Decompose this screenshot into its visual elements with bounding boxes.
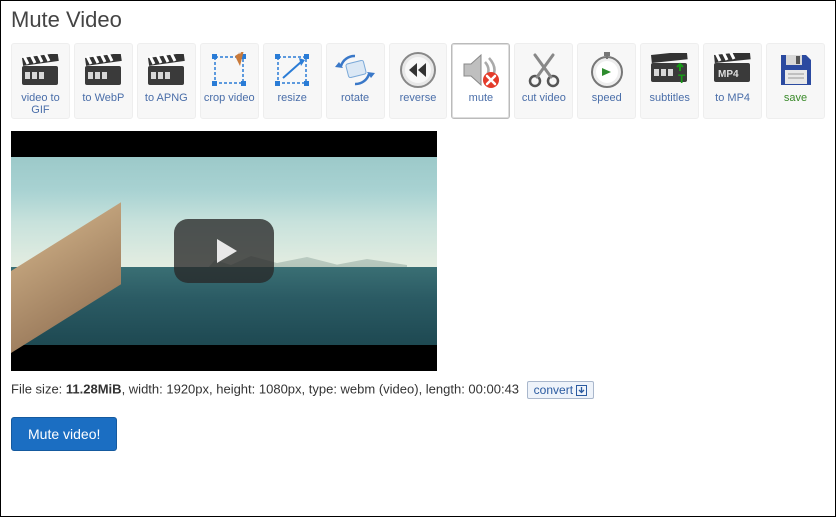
tool-label: to MP4 (715, 92, 750, 104)
tool-label: reverse (400, 92, 437, 104)
tool-label: to WebP (82, 92, 124, 104)
to-mp4-button[interactable]: MP4 to MP4 (703, 43, 762, 119)
clapperboard-icon (19, 50, 61, 90)
save-button[interactable]: save (766, 43, 825, 119)
stopwatch-icon (586, 50, 628, 90)
tool-label: video to GIF (21, 92, 60, 116)
tool-label: crop video (204, 92, 255, 104)
subtitles-button[interactable]: T subtitles (640, 43, 699, 119)
to-webp-button[interactable]: to WebP (74, 43, 133, 119)
crop-video-button[interactable]: crop video (200, 43, 259, 119)
rotate-icon (334, 50, 376, 90)
clapperboard-icon (82, 50, 124, 90)
svg-text:MP4: MP4 (718, 69, 739, 80)
subtitles-icon: T (649, 50, 691, 90)
crop-icon (208, 50, 250, 90)
play-icon (211, 236, 241, 266)
video-to-gif-button[interactable]: video to GIF (11, 43, 70, 119)
scissors-icon (523, 50, 565, 90)
speed-button[interactable]: speed (577, 43, 636, 119)
download-icon (576, 385, 587, 396)
rotate-button[interactable]: rotate (326, 43, 385, 119)
clapperboard-icon (145, 50, 187, 90)
filesize-value: 11.28MiB (66, 381, 122, 396)
tool-label: save (784, 92, 807, 104)
floppy-disk-icon (775, 50, 817, 90)
tool-label: speed (592, 92, 622, 104)
video-preview[interactable] (11, 131, 437, 371)
toolbar: video to GIF to WebP (11, 43, 825, 119)
resize-button[interactable]: resize (263, 43, 322, 119)
mute-video-submit-button[interactable]: Mute video! (11, 417, 117, 451)
mute-button[interactable]: mute (451, 43, 510, 119)
video-meta: , width: 1920px, height: 1080px, type: w… (122, 381, 519, 396)
tool-label: subtitles (650, 92, 690, 104)
tool-label: resize (277, 92, 306, 104)
tool-label: mute (469, 92, 493, 104)
tool-label: cut video (522, 92, 566, 104)
tool-label: to APNG (145, 92, 188, 104)
speaker-mute-icon (460, 50, 502, 90)
filesize-label: File size: (11, 381, 66, 396)
tool-label: rotate (341, 92, 369, 104)
svg-text:T: T (678, 72, 686, 86)
reverse-button[interactable]: reverse (389, 43, 448, 119)
convert-button[interactable]: convert (527, 381, 594, 399)
cut-video-button[interactable]: cut video (514, 43, 573, 119)
video-info-line: File size: 11.28MiB, width: 1920px, heig… (11, 381, 825, 399)
mp4-clapperboard-icon: MP4 (712, 50, 754, 90)
convert-label: convert (534, 383, 573, 397)
page-title: Mute Video (11, 7, 825, 33)
play-button[interactable] (174, 219, 274, 283)
to-apng-button[interactable]: to APNG (137, 43, 196, 119)
resize-icon (271, 50, 313, 90)
rewind-icon (397, 50, 439, 90)
